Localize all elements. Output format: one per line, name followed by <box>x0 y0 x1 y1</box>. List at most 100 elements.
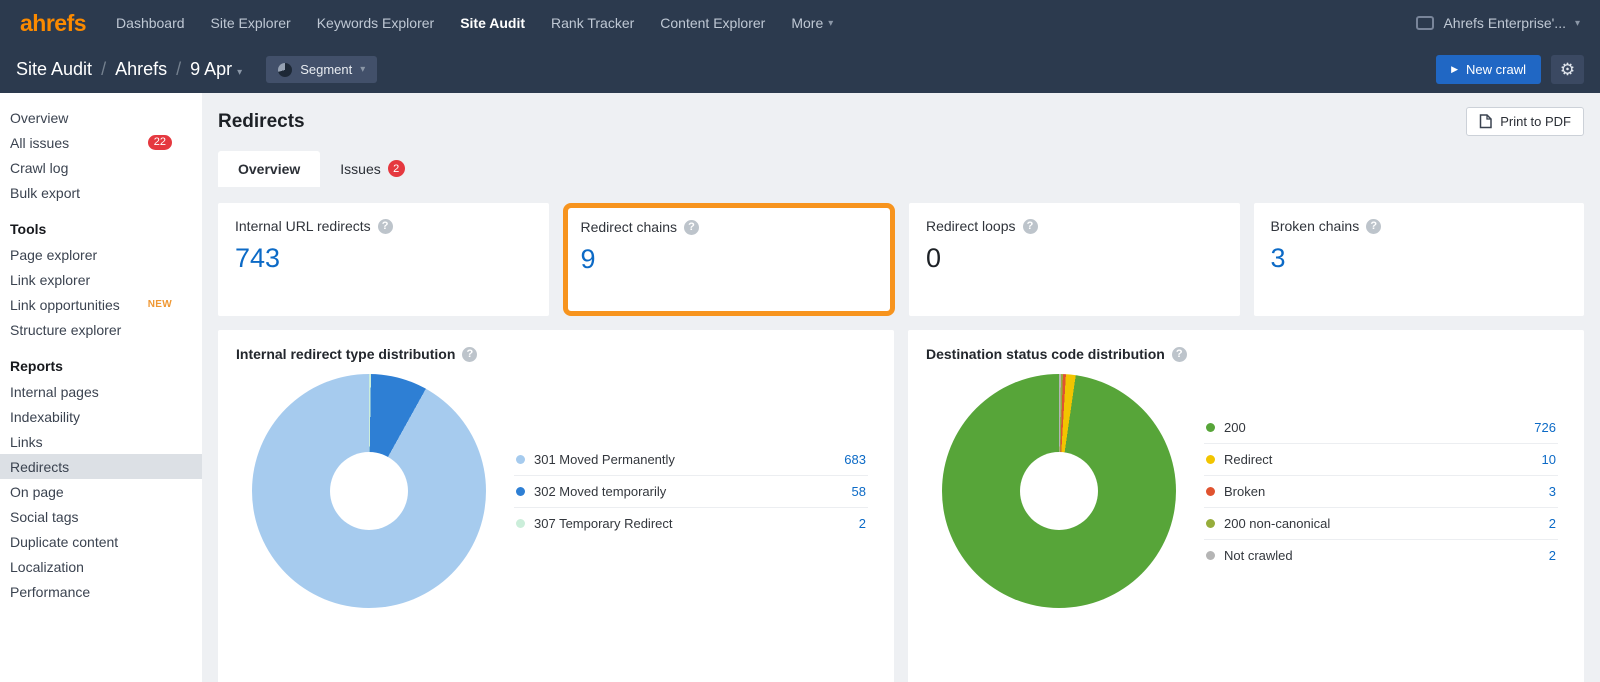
legend-dot <box>1206 519 1215 528</box>
help-icon[interactable]: ? <box>378 219 393 234</box>
sidebar-item-overview[interactable]: Overview <box>0 105 202 130</box>
legend-value-link[interactable]: 58 <box>852 484 866 499</box>
metric-value[interactable]: 743 <box>235 243 532 274</box>
sidebar-item-localization[interactable]: Localization <box>0 554 202 579</box>
legend-value-link[interactable]: 3 <box>1549 484 1556 499</box>
print-to-pdf-button[interactable]: Print to PDF <box>1466 107 1584 136</box>
sidebar-item-crawl-log[interactable]: Crawl log <box>0 155 202 180</box>
help-icon[interactable]: ? <box>1172 347 1187 362</box>
legend-dot <box>516 455 525 464</box>
nav-content-explorer[interactable]: Content Explorer <box>660 15 765 31</box>
metric-value[interactable]: 9 <box>581 244 878 275</box>
tab-overview[interactable]: Overview <box>218 151 320 187</box>
help-icon[interactable]: ? <box>1366 219 1381 234</box>
settings-button[interactable]: ⚙ <box>1551 55 1584 84</box>
sidebar-item-links[interactable]: Links <box>0 429 202 454</box>
legend-row-302: 302 Moved temporarily 58 <box>514 476 868 508</box>
sidebar-item-indexability[interactable]: Indexability <box>0 404 202 429</box>
breadcrumb-site-audit[interactable]: Site Audit <box>16 59 92 80</box>
gear-icon: ⚙ <box>1560 61 1575 78</box>
breadcrumb-separator: / <box>176 59 181 80</box>
account-menu[interactable]: Ahrefs Enterprise'... ▾ <box>1416 15 1580 31</box>
nav-rank-tracker[interactable]: Rank Tracker <box>551 15 634 31</box>
top-navigation: ahrefs Dashboard Site Explorer Keywords … <box>0 0 1600 46</box>
help-icon[interactable]: ? <box>462 347 477 362</box>
breadcrumb: Site Audit / Ahrefs / 9 Apr ▾ <box>16 59 242 80</box>
help-icon[interactable]: ? <box>1023 219 1038 234</box>
legend-value-link[interactable]: 2 <box>1549 548 1556 563</box>
help-icon[interactable]: ? <box>684 220 699 235</box>
segment-button[interactable]: Segment ▾ <box>266 56 377 83</box>
sidebar-item-link-opportunities[interactable]: Link opportunitiesNEW <box>0 292 202 317</box>
metric-cards: Internal URL redirects? 743 Redirect cha… <box>218 203 1584 316</box>
metric-internal-url-redirects[interactable]: Internal URL redirects? 743 <box>218 203 549 316</box>
metric-value: 0 <box>926 243 1223 274</box>
legend-value-link[interactable]: 2 <box>859 516 866 531</box>
legend-value-link[interactable]: 2 <box>1549 516 1556 531</box>
sidebar-item-internal-pages[interactable]: Internal pages <box>0 379 202 404</box>
sidebar-item-redirects[interactable]: Redirects <box>0 454 202 479</box>
breadcrumb-separator: / <box>101 59 106 80</box>
chart-internal-redirect-type: Internal redirect type distribution? 301… <box>218 330 894 682</box>
legend-row-307: 307 Temporary Redirect 2 <box>514 508 868 539</box>
legend-value-link[interactable]: 726 <box>1534 420 1556 435</box>
legend-dot <box>516 519 525 528</box>
page-title: Redirects <box>218 111 305 133</box>
sidebar-item-on-page[interactable]: On page <box>0 479 202 504</box>
legend-value-link[interactable]: 10 <box>1542 452 1556 467</box>
sidebar-item-performance[interactable]: Performance <box>0 579 202 604</box>
metric-value[interactable]: 3 <box>1271 243 1568 274</box>
nav-dashboard[interactable]: Dashboard <box>116 15 185 31</box>
nav-keywords-explorer[interactable]: Keywords Explorer <box>317 15 435 31</box>
nav-site-audit[interactable]: Site Audit <box>460 15 525 31</box>
sidebar-item-link-explorer[interactable]: Link explorer <box>0 267 202 292</box>
metric-redirect-chains[interactable]: Redirect chains? 9 <box>563 203 896 316</box>
issues-tab-badge: 2 <box>388 160 405 177</box>
tab-issues[interactable]: Issues2 <box>320 150 424 187</box>
legend-row-not-crawled: Not crawled 2 <box>1204 540 1558 571</box>
report-tabs: Overview Issues2 <box>218 150 1584 187</box>
legend-dot <box>1206 487 1215 496</box>
metric-redirect-loops[interactable]: Redirect loops? 0 <box>909 203 1240 316</box>
crawl-date-dropdown[interactable]: 9 Apr ▾ <box>190 59 242 80</box>
chevron-down-icon: ▾ <box>360 64 365 75</box>
legend-row-redirect: Redirect 10 <box>1204 444 1558 476</box>
legend-row-200-non-canonical: 200 non-canonical 2 <box>1204 508 1558 540</box>
nav-more[interactable]: More▾ <box>791 15 833 31</box>
sidebar-item-social-tags[interactable]: Social tags <box>0 504 202 529</box>
new-tag: NEW <box>148 299 172 310</box>
sidebar-item-structure-explorer[interactable]: Structure explorer <box>0 317 202 342</box>
legend-row-301: 301 Moved Permanently 683 <box>514 444 868 476</box>
legend-dot <box>1206 455 1215 464</box>
new-crawl-button[interactable]: ▶ New crawl <box>1436 55 1541 84</box>
account-name: Ahrefs Enterprise'... <box>1443 15 1566 31</box>
sidebar-item-page-explorer[interactable]: Page explorer <box>0 242 202 267</box>
sidebar-section-tools: Tools <box>0 205 202 242</box>
status-code-legend: 200 726 Redirect 10 Broken 3 <box>1204 412 1558 571</box>
sidebar: Overview All issues22 Crawl log Bulk exp… <box>0 93 202 682</box>
nav-site-explorer[interactable]: Site Explorer <box>211 15 291 31</box>
sidebar-item-duplicate-content[interactable]: Duplicate content <box>0 529 202 554</box>
workspace-icon <box>1416 16 1434 30</box>
project-bar: Site Audit / Ahrefs / 9 Apr ▾ Segment ▾ … <box>0 46 1600 93</box>
redirect-type-donut-chart[interactable] <box>252 374 486 608</box>
ahrefs-logo[interactable]: ahrefs <box>20 10 86 37</box>
metric-broken-chains[interactable]: Broken chains? 3 <box>1254 203 1585 316</box>
sidebar-item-bulk-export[interactable]: Bulk export <box>0 180 202 205</box>
sidebar-item-all-issues[interactable]: All issues22 <box>0 130 202 155</box>
sidebar-section-reports: Reports <box>0 342 202 379</box>
redirect-type-legend: 301 Moved Permanently 683 302 Moved temp… <box>514 444 868 539</box>
chevron-down-icon: ▾ <box>1575 18 1580 29</box>
chart-destination-status-code: Destination status code distribution? 20… <box>908 330 1584 682</box>
pdf-document-icon <box>1479 114 1492 129</box>
status-code-donut-chart[interactable] <box>942 374 1176 608</box>
main-content: Redirects Print to PDF Overview Issues2 … <box>202 93 1600 682</box>
breadcrumb-project[interactable]: Ahrefs <box>115 59 167 80</box>
segment-icon <box>278 63 292 77</box>
legend-dot <box>1206 551 1215 560</box>
legend-dot <box>516 487 525 496</box>
legend-value-link[interactable]: 683 <box>844 452 866 467</box>
legend-row-200: 200 726 <box>1204 412 1558 444</box>
main-nav: Dashboard Site Explorer Keywords Explore… <box>116 15 833 31</box>
play-icon: ▶ <box>1451 64 1458 75</box>
